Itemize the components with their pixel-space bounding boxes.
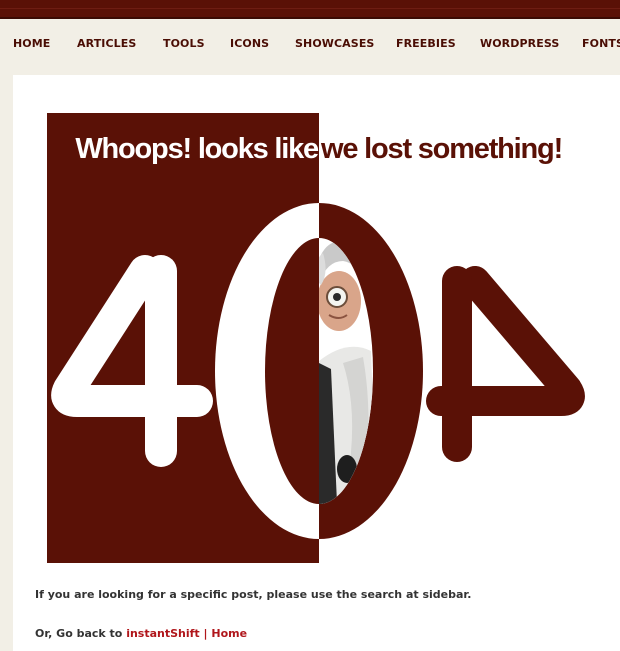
go-back-prefix: Or, Go back to [35, 627, 127, 640]
top-bar [0, 0, 620, 19]
hero-headline-left: Whoops! looks like [75, 133, 319, 165]
digit-4-right [426, 266, 585, 462]
link-separator: | [199, 627, 212, 640]
nav-item-tools[interactable]: TOOLS [163, 37, 205, 50]
nav-item-wordpress[interactable]: WORDPRESS [480, 37, 559, 50]
nav-item-fonts[interactable]: FONTS [582, 37, 620, 50]
main-nav: HOME ARTICLES TOOLS ICONS SHOWCASES FREE… [0, 37, 620, 57]
search-hint-text: If you are looking for a specific post, … [35, 588, 472, 601]
nav-item-home[interactable]: HOME [13, 37, 50, 50]
nav-item-freebies[interactable]: FREEBIES [396, 37, 456, 50]
nav-item-icons[interactable]: ICONS [230, 37, 269, 50]
instantshift-link[interactable]: instantShift [126, 627, 200, 640]
error-404-graphic: Whoops! looks like we lost something! [47, 113, 590, 563]
hero-headline-right: we lost something! [320, 133, 562, 165]
go-back-line: Or, Go back to instantShift | Home [35, 627, 595, 640]
nav-item-articles[interactable]: ARTICLES [77, 37, 136, 50]
home-link[interactable]: Home [211, 627, 247, 640]
nav-item-showcases[interactable]: SHOWCASES [295, 37, 374, 50]
